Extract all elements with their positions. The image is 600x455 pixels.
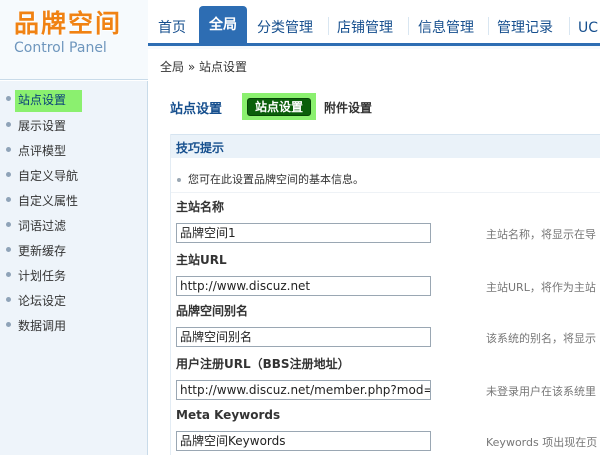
- top-nav: 首页 全局 分类管理 店铺管理 信息管理 管理记录 UC: [148, 0, 600, 46]
- nav-item-uc[interactable]: UC: [570, 15, 600, 41]
- page-title: 站点设置: [170, 102, 223, 117]
- bullet-icon: [6, 322, 11, 327]
- field-label-register-url: 用户注册URL（BBS注册地址）: [176, 357, 350, 371]
- register-url-input[interactable]: http://www.discuz.net/member.php?mod=: [176, 380, 431, 400]
- bullet-icon: [6, 247, 11, 252]
- site-url-input[interactable]: http://www.discuz.net: [176, 276, 431, 296]
- bullet-icon: [6, 272, 11, 277]
- sidebar-item-label: 论坛设定: [18, 294, 67, 308]
- field-label-site-url: 主站URL: [176, 253, 227, 267]
- sidebar-item-custom-attributes[interactable]: 自定义属性: [0, 189, 148, 214]
- main-content: 站点设置 站点设置 附件设置 技巧提示 您可在此设置品牌空间的基本信息。 主站名…: [148, 81, 600, 455]
- sidebar-item-label: 词语过滤: [18, 219, 67, 233]
- sidebar-item-update-cache[interactable]: 更新缓存: [0, 239, 148, 264]
- sidebar-item-label: 更新缓存: [18, 244, 67, 258]
- tab-site-settings[interactable]: 站点设置: [242, 93, 316, 120]
- meta-keywords-input[interactable]: 品牌空间Keywords: [176, 431, 431, 451]
- breadcrumb: 全局 » 站点设置: [160, 60, 247, 74]
- row-divider: [171, 192, 600, 193]
- sidebar-item-display-settings[interactable]: 展示设置: [0, 114, 148, 139]
- nav-item-info[interactable]: 信息管理: [410, 15, 482, 41]
- nav-divider: [408, 17, 409, 35]
- field-desc-register-url: 未登录用户在该系统里: [486, 385, 596, 398]
- control-panel-window: 品牌空间 Control Panel 首页 全局 分类管理 店铺管理 信息管理 …: [0, 0, 600, 455]
- bullet-icon: [6, 147, 11, 152]
- logo[interactable]: 品牌空间 Control Panel: [14, 10, 122, 57]
- field-desc-site-name: 主站名称，将显示在导: [486, 228, 596, 241]
- sidebar-item-word-filter[interactable]: 词语过滤: [0, 214, 148, 239]
- nav-item-categories[interactable]: 分类管理: [249, 15, 321, 41]
- bullet-icon: [6, 122, 11, 127]
- logo-title: 品牌空间: [14, 9, 123, 38]
- breadcrumb-bar: 全局 » 站点设置: [148, 49, 600, 80]
- tab-attachment-settings[interactable]: 附件设置: [324, 99, 372, 116]
- nav-item-logs[interactable]: 管理记录: [489, 15, 561, 41]
- sidebar-item-forum-settings[interactable]: 论坛设定: [0, 289, 148, 314]
- sidebar-item-label: 自定义导航: [18, 169, 79, 183]
- field-label-site-name: 主站名称: [176, 200, 225, 214]
- bullet-icon: [6, 197, 11, 202]
- site-name-input[interactable]: 品牌空间1: [176, 223, 431, 243]
- alias-input[interactable]: 品牌空间别名: [176, 327, 431, 347]
- bullet-icon: [177, 178, 181, 182]
- sidebar-item-label: 展示设置: [18, 119, 67, 133]
- field-label-alias: 品牌空间别名: [176, 304, 249, 318]
- sidebar-item-scheduled-tasks[interactable]: 计划任务: [0, 264, 148, 289]
- bullet-icon: [6, 222, 11, 227]
- sidebar-item-label: 数据调用: [18, 319, 67, 333]
- bullet-icon: [6, 297, 11, 302]
- sidebar-item-review-model[interactable]: 点评模型: [0, 139, 148, 164]
- sidebar-item-data-calls[interactable]: 数据调用: [0, 314, 148, 339]
- nav-item-global[interactable]: 全局: [199, 6, 247, 46]
- field-desc-site-url: 主站URL，将作为主站: [486, 281, 596, 294]
- logo-subtitle: Control Panel: [14, 40, 107, 56]
- sidebar-item-label: 自定义属性: [18, 194, 79, 208]
- tip-text: 您可在此设置品牌空间的基本信息。: [188, 173, 364, 186]
- sidebar-item-label: 点评模型: [18, 144, 67, 158]
- sidebar-item-custom-nav[interactable]: 自定义导航: [0, 164, 148, 189]
- nav-item-shops[interactable]: 店铺管理: [329, 15, 401, 41]
- sidebar: 站点设置 展示设置 点评模型 自定义导航 自定义属性 词语过滤 更新缓存 计划任…: [0, 81, 148, 455]
- tip-item: 您可在此设置品牌空间的基本信息。: [177, 171, 364, 187]
- field-desc-alias: 该系统的别名，将显示: [486, 332, 596, 345]
- tips-header: 技巧提示: [171, 134, 600, 158]
- settings-panel: 技巧提示 您可在此设置品牌空间的基本信息。 主站名称 品牌空间1 主站名称，将显…: [170, 134, 600, 455]
- tips-heading: 技巧提示: [176, 141, 225, 155]
- sidebar-item-label: 计划任务: [18, 269, 67, 283]
- sidebar-item-site-settings[interactable]: 站点设置: [0, 88, 148, 113]
- bullet-icon: [6, 172, 11, 177]
- tab-label: 站点设置: [247, 98, 311, 116]
- sidebar-item-label: 站点设置: [18, 93, 67, 107]
- field-desc-meta-keywords: Keywords 项出现在页: [486, 436, 598, 449]
- field-label-meta-keywords: Meta Keywords: [176, 408, 281, 422]
- nav-item-home[interactable]: 首页: [150, 15, 194, 41]
- bullet-icon: [6, 96, 11, 101]
